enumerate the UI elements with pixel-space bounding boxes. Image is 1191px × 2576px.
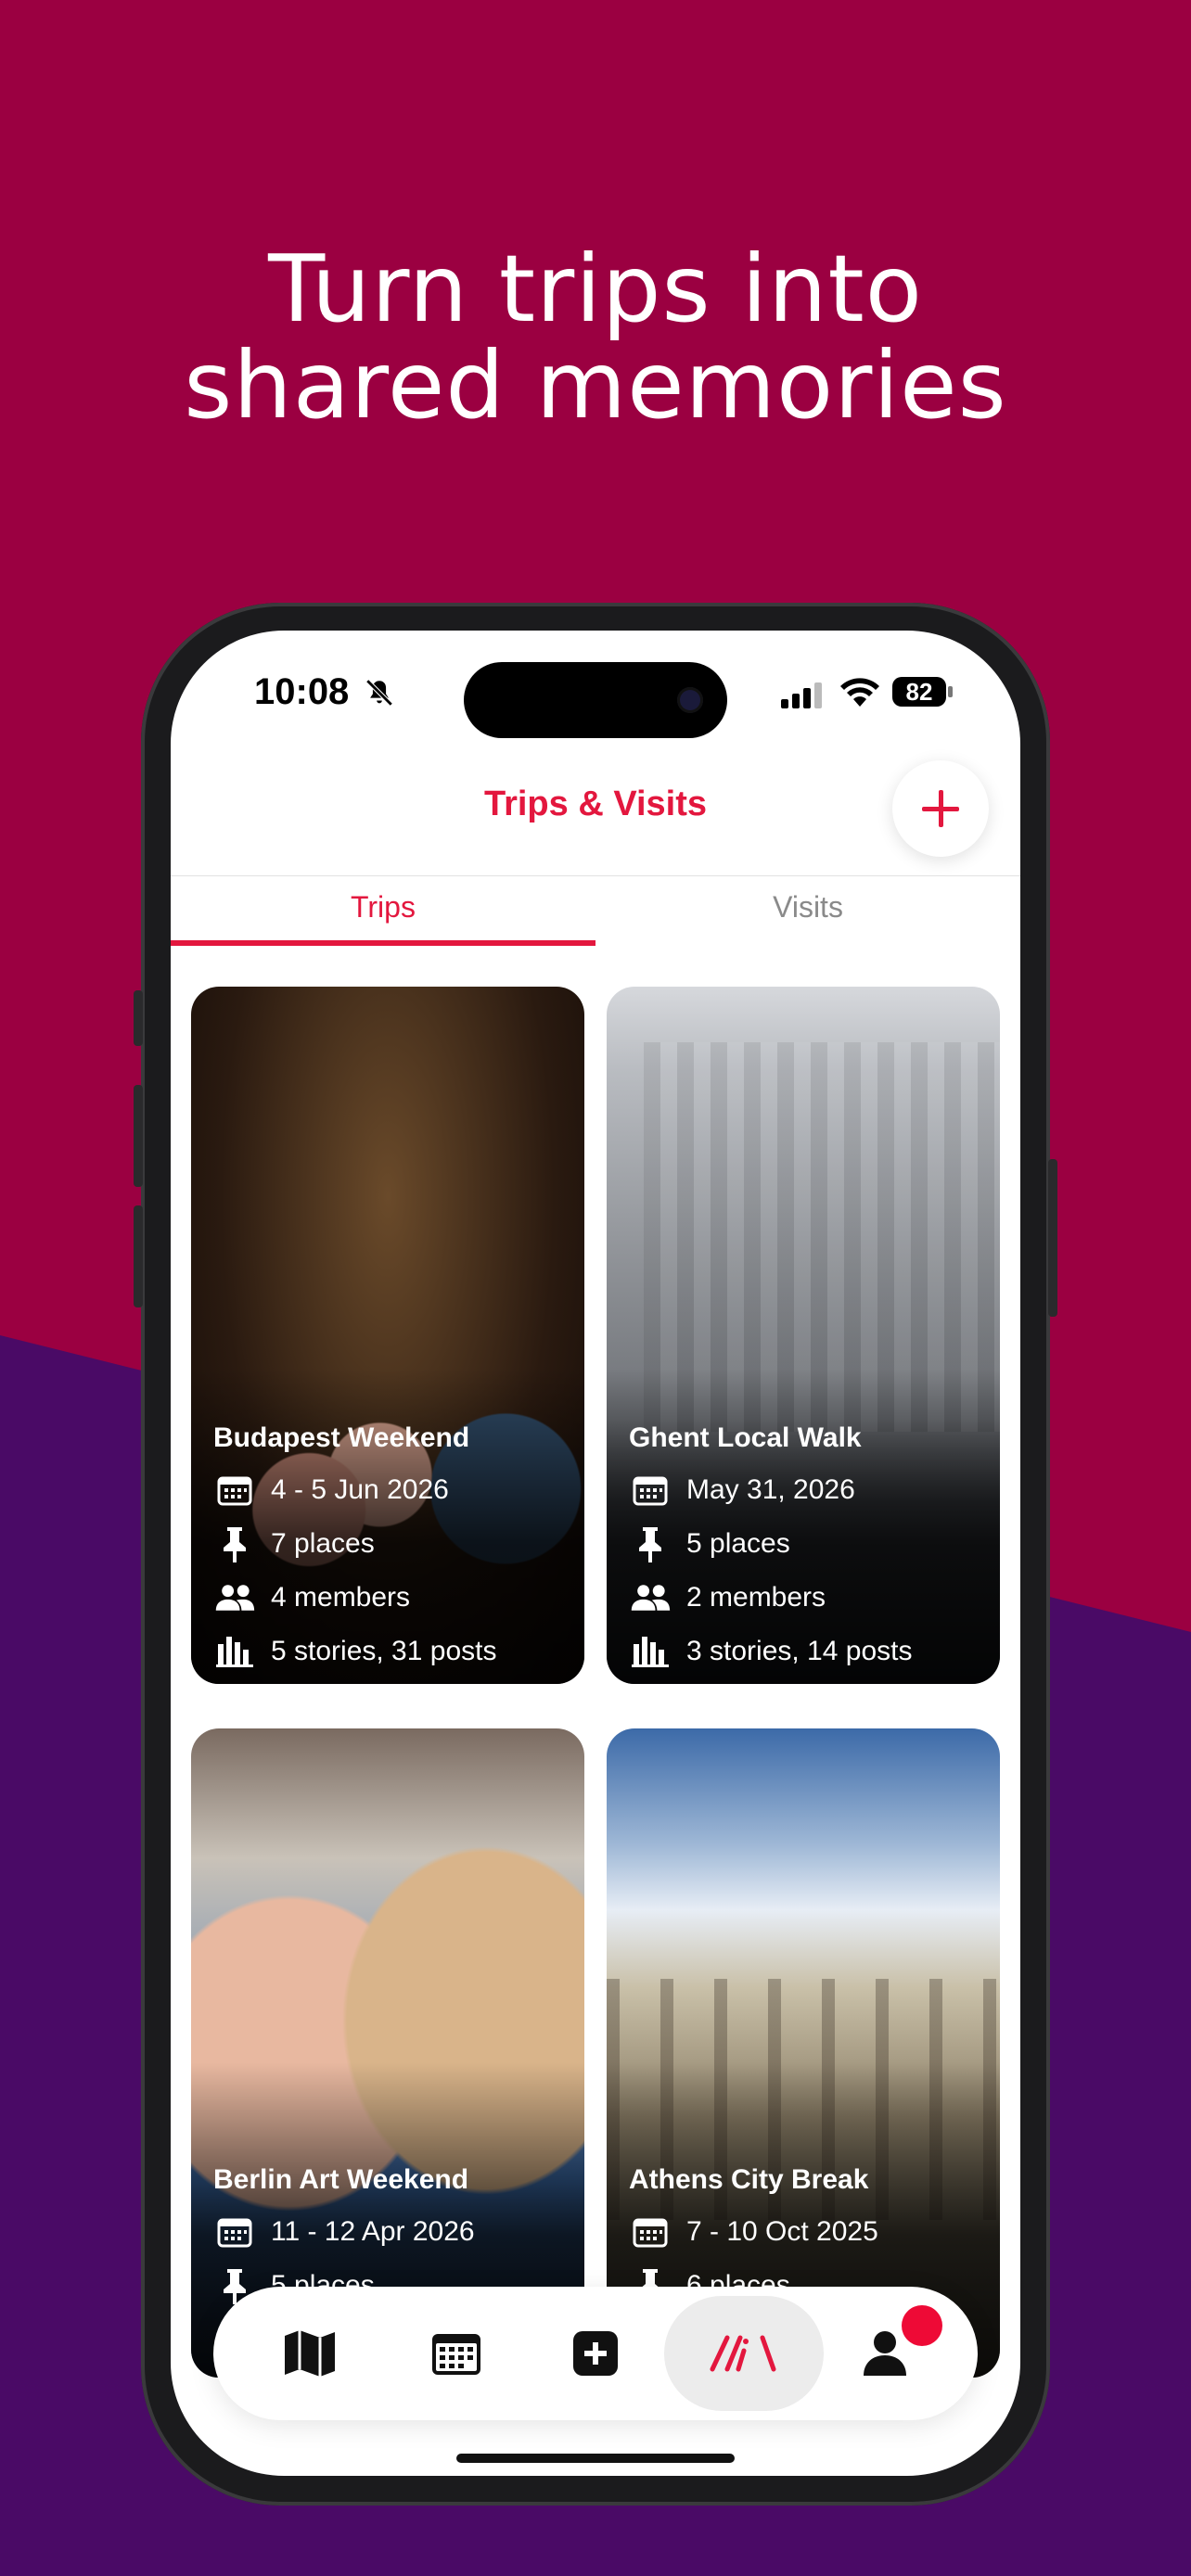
silent-bell-icon bbox=[365, 679, 393, 707]
trip-dates: 4 - 5 Jun 2026 bbox=[271, 1474, 449, 1505]
bar-chart-icon bbox=[213, 1633, 256, 1670]
trip-title: Athens City Break bbox=[629, 2164, 869, 2195]
bar-chart-icon bbox=[629, 1633, 672, 1670]
pin-icon bbox=[629, 1525, 672, 1562]
trip-members: 4 members bbox=[271, 1582, 411, 1613]
pin-icon bbox=[213, 1525, 256, 1562]
cellular-signal-icon bbox=[781, 682, 822, 708]
profile-icon bbox=[864, 2331, 906, 2376]
status-time: 10:08 bbox=[254, 671, 350, 712]
trip-dates-row: 11 - 12 Apr 2026 bbox=[213, 2205, 575, 2259]
trip-stories-row: 5 stories, 31 posts bbox=[213, 1625, 575, 1678]
add-trip-button[interactable] bbox=[892, 760, 989, 857]
marketing-headline: Turn trips into shared memories bbox=[0, 241, 1191, 434]
trip-dates-row: 4 - 5 Jun 2026 bbox=[213, 1463, 575, 1517]
tab-visits[interactable]: Visits bbox=[596, 890, 1020, 925]
tab-profile[interactable] bbox=[811, 2287, 959, 2420]
trip-card-ghent[interactable]: Ghent Local Walk May 31, 2026 5 places 2… bbox=[607, 987, 1000, 1684]
trip-stories: 3 stories, 14 posts bbox=[686, 1636, 913, 1666]
home-indicator bbox=[456, 2454, 735, 2463]
action-button bbox=[134, 990, 143, 1046]
battery-indicator: 82 bbox=[892, 677, 946, 707]
trip-dates: May 31, 2026 bbox=[686, 1474, 855, 1505]
map-icon bbox=[285, 2330, 335, 2377]
plus-icon-vertical bbox=[939, 790, 943, 827]
trip-dates-row: 7 - 10 Oct 2025 bbox=[629, 2205, 991, 2259]
calendar-icon bbox=[432, 2334, 480, 2375]
trip-card-budapest[interactable]: Budapest Weekend 4 - 5 Jun 2026 7 places… bbox=[191, 987, 584, 1684]
calendar-icon bbox=[213, 1472, 256, 1509]
bottom-tab-bar bbox=[213, 2287, 978, 2420]
tab-add[interactable] bbox=[521, 2287, 670, 2420]
status-bar: 10:08 82 bbox=[171, 631, 1020, 760]
trip-places: 7 places bbox=[271, 1528, 375, 1559]
calendar-icon bbox=[213, 2213, 256, 2251]
people-icon bbox=[213, 1579, 256, 1616]
volume-up-button bbox=[134, 1085, 143, 1187]
trip-dates: 11 - 12 Apr 2026 bbox=[271, 2216, 475, 2247]
volume-down-button bbox=[134, 1205, 143, 1307]
tab-map[interactable] bbox=[236, 2287, 384, 2420]
trip-places-row: 5 places bbox=[629, 1517, 991, 1571]
trip-dates: 7 - 10 Oct 2025 bbox=[686, 2216, 878, 2247]
tab-calendar[interactable] bbox=[382, 2287, 531, 2420]
trip-title: Ghent Local Walk bbox=[629, 1422, 862, 1453]
tab-trips[interactable]: Trips bbox=[171, 890, 596, 925]
trip-info: Budapest Weekend 4 - 5 Jun 2026 7 places… bbox=[213, 1422, 575, 1678]
trip-card-berlin[interactable]: Berlin Art Weekend 11 - 12 Apr 2026 5 pl… bbox=[191, 1728, 584, 2378]
calendar-icon bbox=[629, 2213, 672, 2251]
trip-title: Budapest Weekend bbox=[213, 1422, 470, 1453]
trip-dates-row: May 31, 2026 bbox=[629, 1463, 991, 1517]
calendar-icon bbox=[629, 1472, 672, 1509]
trip-places: 5 places bbox=[686, 1528, 790, 1559]
phone-screen: 10:08 82 Trips & Visits Trips Visits Bud… bbox=[171, 631, 1020, 2476]
trip-places-row: 7 places bbox=[213, 1517, 575, 1571]
add-square-icon bbox=[573, 2331, 618, 2376]
dynamic-island bbox=[464, 662, 727, 738]
headline-line-1: Turn trips into bbox=[268, 235, 923, 343]
trip-card-athens[interactable]: Athens City Break 7 - 10 Oct 2025 6 plac… bbox=[607, 1728, 1000, 2378]
camera-icon bbox=[677, 687, 703, 713]
power-button bbox=[1048, 1159, 1057, 1317]
trip-title: Berlin Art Weekend bbox=[213, 2164, 469, 2195]
notification-dot bbox=[902, 2305, 942, 2346]
trip-members-row: 2 members bbox=[629, 1571, 991, 1625]
wifi-icon bbox=[840, 678, 879, 707]
app-logo-icon bbox=[710, 2335, 776, 2372]
trip-info: Ghent Local Walk May 31, 2026 5 places 2… bbox=[629, 1422, 991, 1678]
trip-stories-row: 3 stories, 14 posts bbox=[629, 1625, 991, 1678]
trip-members-row: 4 members bbox=[213, 1571, 575, 1625]
battery-tip bbox=[948, 686, 953, 697]
trip-members: 2 members bbox=[686, 1582, 826, 1613]
tab-selected-indicator bbox=[171, 940, 596, 946]
trip-stories: 5 stories, 31 posts bbox=[271, 1636, 497, 1666]
header-divider bbox=[171, 875, 1020, 876]
people-icon bbox=[629, 1579, 672, 1616]
headline-line-2: shared memories bbox=[184, 331, 1007, 440]
tab-app-home[interactable] bbox=[664, 2296, 824, 2411]
